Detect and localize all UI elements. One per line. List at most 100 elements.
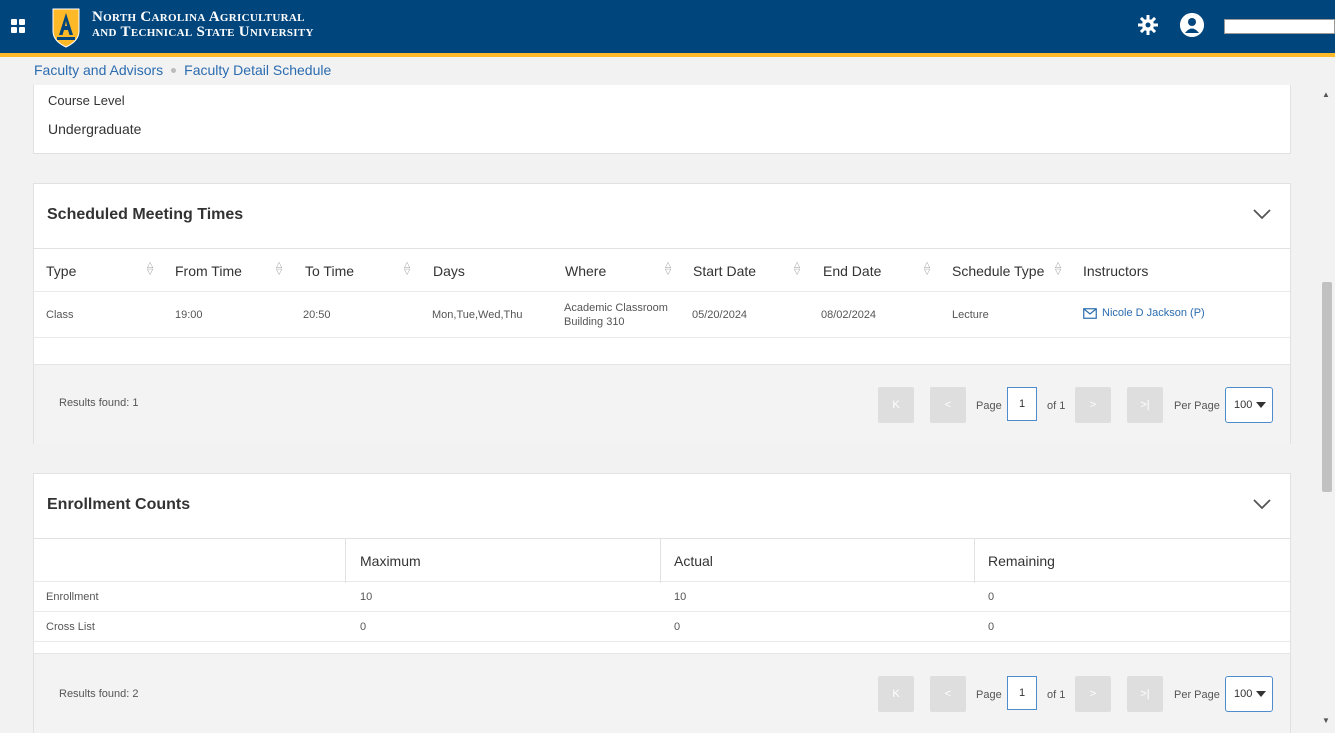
pagination-footer: Results found: 2 K < Page 1 of 1 > >| Pe… [34, 653, 1290, 733]
table-header: Maximum Actual Remaining [34, 538, 1290, 583]
column-start-date[interactable]: Start Date [693, 263, 756, 279]
cell-label: Cross List [46, 621, 95, 633]
vertical-scrollbar[interactable]: ▲ ▼ [1318, 82, 1335, 727]
column-divider [345, 539, 346, 583]
table-row: Class 19:00 20:50 Mon,Tue,Wed,Thu Academ… [34, 292, 1290, 338]
sort-icon[interactable]: △ ▽ [665, 261, 673, 277]
breadcrumb-faculty-detail-schedule[interactable]: Faculty Detail Schedule [184, 62, 331, 78]
column-type[interactable]: Type [46, 263, 76, 279]
university-name-line2: and Technical State University [92, 24, 314, 40]
last-page-button[interactable]: >| [1127, 387, 1163, 423]
cell-label: Enrollment [46, 591, 99, 603]
caret-down-icon [1256, 691, 1266, 697]
page-number-input[interactable]: 1 [1007, 676, 1037, 710]
column-schedule-type[interactable]: Schedule Type [952, 263, 1044, 279]
breadcrumb-separator [171, 67, 177, 73]
university-name-line1: North Carolina Agricultural [92, 9, 305, 25]
table-row: Cross List 0 0 0 [34, 612, 1290, 642]
scroll-up-arrow-icon[interactable]: ▲ [1322, 90, 1330, 99]
sort-icon[interactable]: △ ▽ [924, 261, 932, 277]
cell-actual: 0 [674, 621, 681, 633]
column-days[interactable]: Days [433, 263, 465, 279]
column-from-time[interactable]: From Time [175, 263, 242, 279]
sort-icon[interactable]: △ ▽ [147, 261, 155, 277]
page-label: Page [976, 689, 1002, 701]
first-page-button[interactable]: K [878, 387, 914, 423]
sort-icon[interactable]: △ ▽ [276, 261, 284, 277]
first-page-button[interactable]: K [878, 676, 914, 712]
cell-maximum: 10 [360, 591, 373, 603]
panel-title: Enrollment Counts [47, 496, 191, 513]
cell-to-time: 20:50 [303, 309, 331, 321]
column-actual: Actual [674, 553, 713, 569]
chevron-down-icon[interactable] [1252, 494, 1272, 514]
breadcrumb: Faculty and Advisors Faculty Detail Sche… [34, 62, 331, 78]
caret-down-icon [1256, 402, 1266, 408]
column-where[interactable]: Where [565, 263, 606, 279]
cell-end-date: 08/02/2024 [821, 309, 877, 321]
sort-icon[interactable]: △ ▽ [1055, 261, 1063, 277]
per-page-value: 100 [1234, 399, 1253, 411]
scroll-down-arrow-icon[interactable]: ▼ [1322, 716, 1330, 725]
column-divider [974, 539, 975, 583]
pagination-footer: Results found: 1 K < Page 1 of 1 > >| Pe… [34, 364, 1290, 444]
column-instructors: Instructors [1083, 263, 1149, 279]
page-number-input[interactable]: 1 [1007, 387, 1037, 421]
university-logo[interactable] [50, 5, 82, 49]
results-count: Results found: 2 [59, 688, 139, 700]
course-level-label: Course Level [48, 93, 125, 108]
column-maximum: Maximum [360, 553, 421, 569]
per-page-label: Per Page [1174, 689, 1220, 701]
cell-where: Academic Classroom Building 310 [564, 301, 668, 329]
last-page-button[interactable]: >| [1127, 676, 1163, 712]
envelope-icon[interactable] [1083, 308, 1097, 319]
page-total-label: of 1 [1047, 400, 1066, 412]
cell-where-line2: Building 310 [564, 316, 625, 328]
panel-header: Scheduled Meeting Times [34, 184, 1290, 248]
per-page-value: 100 [1234, 688, 1253, 700]
per-page-select[interactable]: 100 [1225, 676, 1273, 712]
column-remaining: Remaining [988, 553, 1055, 569]
column-divider [660, 539, 661, 583]
user-name-field[interactable] [1224, 19, 1335, 34]
breadcrumb-faculty-advisors[interactable]: Faculty and Advisors [34, 62, 163, 78]
cell-schedule-type: Lecture [952, 309, 989, 321]
page-label: Page [976, 400, 1002, 412]
enrollment-counts-panel: Enrollment Counts Maximum Actual Remaini… [33, 473, 1291, 733]
previous-page-button[interactable]: < [930, 676, 966, 712]
cell-remaining: 0 [988, 621, 995, 633]
table-row: Enrollment 10 10 0 [34, 582, 1290, 612]
university-name: North Carolina Agricultural and Technica… [92, 10, 314, 40]
course-level-value: Undergraduate [48, 121, 142, 137]
page-total-label: of 1 [1047, 689, 1066, 701]
cell-type: Class [46, 309, 74, 321]
column-to-time[interactable]: To Time [305, 263, 354, 279]
panel-header: Enrollment Counts [34, 474, 1290, 538]
previous-page-button[interactable]: < [930, 387, 966, 423]
panel-title: Scheduled Meeting Times [47, 206, 244, 223]
course-level-card: Course Level Undergraduate [33, 85, 1291, 154]
scrollbar-thumb[interactable] [1322, 282, 1332, 492]
cell-remaining: 0 [988, 591, 995, 603]
next-page-button[interactable]: > [1075, 387, 1111, 423]
sort-icon[interactable]: △ ▽ [794, 261, 802, 277]
user-icon[interactable] [1180, 13, 1204, 37]
cell-days: Mon,Tue,Wed,Thu [432, 309, 523, 321]
instructor-link[interactable]: Nicole D Jackson (P) [1102, 307, 1205, 319]
scheduled-meeting-times-panel: Scheduled Meeting Times Type △ ▽ From Tim… [33, 183, 1291, 444]
per-page-select[interactable]: 100 [1225, 387, 1273, 423]
table-header: Type △ ▽ From Time △ ▽ To Time △ ▽ Days Whe… [34, 248, 1290, 292]
column-end-date[interactable]: End Date [823, 263, 881, 279]
per-page-label: Per Page [1174, 400, 1220, 412]
sort-icon[interactable]: △ ▽ [404, 261, 412, 277]
cell-where-line1: Academic Classroom [564, 302, 668, 314]
cell-actual: 10 [674, 591, 687, 603]
results-count: Results found: 1 [59, 397, 139, 409]
apps-grid-icon[interactable] [11, 19, 25, 33]
next-page-button[interactable]: > [1075, 676, 1111, 712]
cell-from-time: 19:00 [175, 309, 203, 321]
cell-start-date: 05/20/2024 [692, 309, 748, 321]
top-navigation-bar: North Carolina Agricultural and Technica… [0, 0, 1335, 57]
settings-gear-icon[interactable] [1137, 14, 1159, 36]
chevron-down-icon[interactable] [1252, 204, 1272, 224]
